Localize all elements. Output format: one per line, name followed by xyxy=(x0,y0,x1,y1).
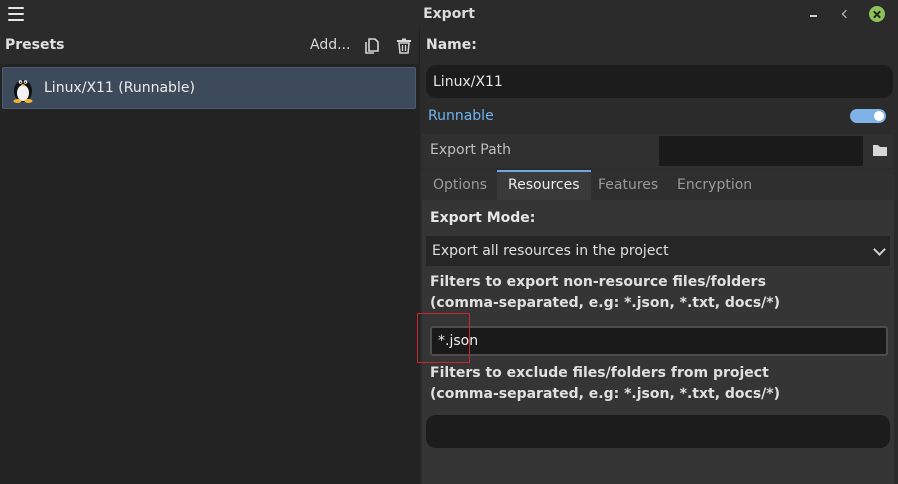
include-filter-input[interactable] xyxy=(430,326,888,356)
preset-list: Linux/X11 (Runnable) xyxy=(0,64,420,484)
exclude-filter-label-line2: (comma-separated, e.g: *.json, *.txt, do… xyxy=(430,386,781,402)
tab-resources[interactable]: Resources xyxy=(497,170,591,200)
maximize-icon[interactable] xyxy=(838,6,854,22)
include-filter-label-line1: Filters to export non-resource files/fol… xyxy=(430,274,766,290)
preset-item-label: Linux/X11 (Runnable) xyxy=(44,80,195,96)
include-filter-label-line2: (comma-separated, e.g: *.json, *.txt, do… xyxy=(430,295,781,311)
close-icon[interactable] xyxy=(869,6,885,22)
export-path-label: Export Path xyxy=(430,142,512,158)
name-label: Name: xyxy=(426,37,477,53)
export-mode-value: Export all resources in the project xyxy=(432,243,669,259)
chevron-down-icon xyxy=(873,243,886,256)
tab-bar: Options Resources Features Encryption xyxy=(422,170,894,200)
preset-details-panel: Name: Runnable Export Path Options Resou… xyxy=(417,28,898,484)
tab-options[interactable]: Options xyxy=(422,170,498,200)
export-mode-label: Export Mode: xyxy=(430,210,536,226)
exclude-filter-label-line1: Filters to exclude files/folders from pr… xyxy=(430,365,769,381)
tab-encryption[interactable]: Encryption xyxy=(666,170,763,200)
tab-features[interactable]: Features xyxy=(587,170,669,200)
runnable-label: Runnable xyxy=(428,108,494,124)
exclude-filter-input[interactable] xyxy=(426,415,890,448)
name-field[interactable] xyxy=(426,65,893,98)
add-preset-button[interactable]: Add... xyxy=(310,37,350,53)
presets-panel: Presets Add... Linux/X11 (Runnable) xyxy=(0,28,420,484)
exclude-filter-label: Filters to exclude files/folders from pr… xyxy=(430,363,780,405)
runnable-toggle[interactable] xyxy=(850,109,886,123)
export-mode-dropdown[interactable]: Export all resources in the project xyxy=(426,236,890,266)
preset-item-linux[interactable]: Linux/X11 (Runnable) xyxy=(2,67,416,109)
include-filter-label: Filters to export non-resource files/fol… xyxy=(430,272,780,314)
trash-icon[interactable] xyxy=(396,38,412,54)
export-path-row: Export Path xyxy=(422,134,894,168)
presets-label: Presets xyxy=(5,37,65,53)
folder-icon[interactable] xyxy=(872,143,888,157)
export-path-field[interactable] xyxy=(659,136,863,166)
resources-tab-content: Export Mode: Export all resources in the… xyxy=(417,200,894,484)
tux-penguin-icon xyxy=(13,80,33,103)
window-title: Export xyxy=(423,6,475,22)
title-bar: Export xyxy=(0,0,898,28)
minimize-icon[interactable] xyxy=(806,6,822,22)
duplicate-icon[interactable] xyxy=(365,38,379,54)
